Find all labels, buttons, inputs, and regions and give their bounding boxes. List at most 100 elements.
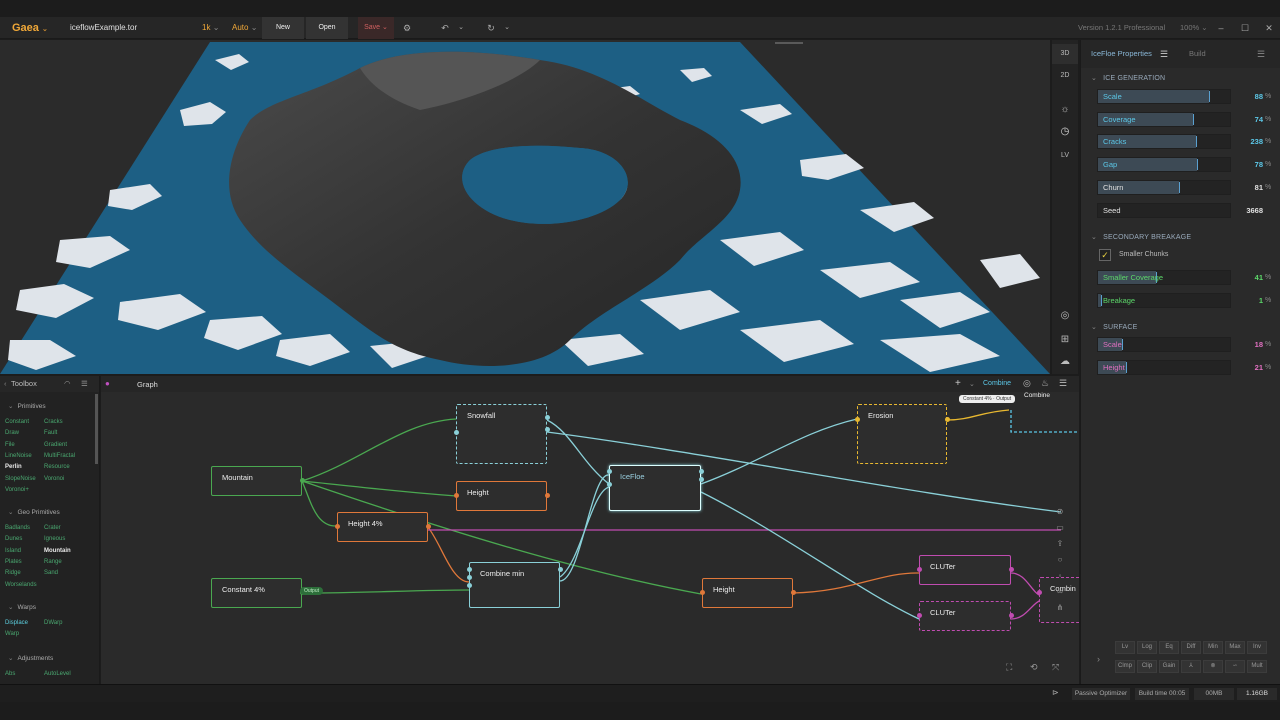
slider-value[interactable]: 78 bbox=[1233, 157, 1263, 172]
node-port[interactable] bbox=[791, 590, 796, 595]
toolbox-section[interactable]: ⌄ Primitives bbox=[8, 402, 46, 410]
curve-icon[interactable]: ∽ bbox=[1225, 660, 1245, 673]
node-height2[interactable]: Height bbox=[700, 578, 796, 608]
slider-value[interactable]: 74 bbox=[1233, 112, 1263, 127]
node-port[interactable] bbox=[454, 430, 459, 435]
toolbox-item-perlin[interactable]: Perlin bbox=[5, 464, 22, 470]
fit-view-icon[interactable]: ⛶ bbox=[1006, 662, 1012, 673]
circle-icon[interactable]: ○ bbox=[1053, 552, 1067, 568]
slider-value[interactable]: 238 bbox=[1233, 134, 1263, 149]
toolbox-scrollbar[interactable] bbox=[95, 394, 98, 464]
toolbox-item-dwarp[interactable]: DWarp bbox=[44, 620, 62, 626]
toolbox-item-gradient[interactable]: Gradient bbox=[44, 442, 67, 448]
node-port[interactable] bbox=[300, 478, 305, 483]
node-port[interactable] bbox=[700, 590, 705, 595]
layout-icon[interactable]: ⤧ bbox=[1052, 662, 1059, 673]
tab-properties[interactable]: IceFloe Properties bbox=[1091, 40, 1152, 68]
scale-slider[interactable]: Scale bbox=[1097, 89, 1231, 104]
node-icefloe[interactable]: IceFloe bbox=[607, 465, 704, 511]
section-surface[interactable]: ⌄ SURFACE bbox=[1091, 323, 1138, 331]
node-port[interactable] bbox=[335, 524, 340, 529]
node-mountain[interactable]: Mountain bbox=[211, 466, 305, 496]
op-button-min[interactable]: Min bbox=[1203, 641, 1223, 654]
coverage-slider[interactable]: Coverage bbox=[1097, 111, 1231, 127]
resolution-dropdown[interactable]: 1k ⌄ bbox=[202, 17, 219, 39]
op-button-mult[interactable]: Mult bbox=[1247, 660, 1267, 673]
node-port[interactable] bbox=[426, 524, 431, 529]
slider-value[interactable]: 21 bbox=[1233, 360, 1263, 375]
node-port[interactable] bbox=[855, 417, 860, 422]
op-button-gain[interactable]: Gain bbox=[1159, 660, 1179, 673]
smaller-chunks-checkbox[interactable]: ✓ bbox=[1099, 249, 1111, 261]
op-button-diff[interactable]: Diff bbox=[1181, 641, 1201, 654]
node-port[interactable] bbox=[699, 477, 704, 482]
slider-value[interactable]: 1 bbox=[1233, 293, 1263, 308]
disable-icon[interactable]: ⊘ bbox=[1053, 504, 1067, 520]
clock-icon[interactable]: ◷ bbox=[1052, 122, 1078, 142]
node-port[interactable] bbox=[545, 415, 550, 420]
view-2d-button[interactable]: 2D bbox=[1052, 66, 1078, 86]
toolbox-item-autolevel[interactable]: AutoLevel bbox=[44, 671, 71, 677]
toolbox-item-igneous[interactable]: Igneous bbox=[44, 536, 65, 542]
toolbox-item-slopenoise[interactable]: SlopeNoise bbox=[5, 476, 36, 482]
tab-build[interactable]: Build bbox=[1189, 40, 1206, 68]
toolbox-section[interactable]: ⌄ Adjustments bbox=[8, 654, 53, 662]
menu-icon[interactable]: ☰ bbox=[1059, 378, 1067, 389]
slider-value[interactable]: 81 bbox=[1233, 180, 1263, 195]
node-port[interactable] bbox=[917, 613, 922, 618]
node-port[interactable] bbox=[545, 427, 550, 432]
flame-icon[interactable]: ♨ bbox=[1041, 378, 1049, 389]
tree-icon[interactable]: ⋔ bbox=[1053, 600, 1067, 616]
slider-handle[interactable] bbox=[1197, 159, 1198, 171]
op-button-lv[interactable]: Lv bbox=[1115, 641, 1135, 654]
chevron-left-icon[interactable]: ‹ bbox=[4, 376, 7, 392]
sun-icon[interactable]: ☼ bbox=[1052, 100, 1078, 120]
eye-icon[interactable]: ◠ bbox=[64, 376, 71, 392]
node-cluter1[interactable]: CLUTer bbox=[917, 555, 1014, 585]
output-port-badge[interactable]: Output bbox=[300, 587, 324, 595]
graph-editor[interactable]: ● Graph + ⌄ Combine ◎ ♨ ☰ Mountain Snowf… bbox=[101, 376, 1079, 684]
refresh-icon[interactable]: ⟲ bbox=[1030, 662, 1038, 673]
node-port[interactable] bbox=[1037, 590, 1042, 595]
compass-icon[interactable]: ◎ bbox=[1052, 306, 1078, 326]
toolbox-item-voronoi[interactable]: Voronoi bbox=[44, 476, 64, 482]
export-icon[interactable]: ⇪ bbox=[1053, 536, 1067, 552]
node-height4[interactable]: Height 4% bbox=[335, 512, 431, 542]
target-icon[interactable]: ◎ bbox=[1023, 378, 1031, 389]
node-port[interactable] bbox=[917, 567, 922, 572]
undo-icon[interactable]: ↶ bbox=[438, 17, 452, 39]
chevron-right-icon[interactable]: › bbox=[1097, 654, 1100, 664]
slider-value[interactable]: 18 bbox=[1233, 337, 1263, 352]
slider-value[interactable]: 3668 bbox=[1233, 203, 1263, 218]
toolbox-item-linenoise[interactable]: LineNoise bbox=[5, 453, 32, 459]
toolbox-item-mountain[interactable]: Mountain bbox=[44, 548, 71, 554]
optimizer-status[interactable]: Passive Optimizer bbox=[1072, 688, 1130, 700]
new-button[interactable]: New bbox=[262, 17, 304, 39]
link-icon[interactable]: ∞ bbox=[1053, 584, 1067, 600]
smaller-coverage-slider[interactable]: Smaller Coverage bbox=[1097, 270, 1231, 285]
toolbox-item-dunes[interactable]: Dunes bbox=[5, 536, 22, 542]
toolbox-item-resource[interactable]: Resource bbox=[44, 464, 70, 470]
node-constant4[interactable]: Constant 4% bbox=[211, 578, 305, 608]
menu-icon[interactable]: ☰ bbox=[81, 376, 88, 392]
toolbox-item-constant[interactable]: Constant bbox=[5, 419, 29, 425]
node-port[interactable] bbox=[1009, 613, 1014, 618]
node-port[interactable] bbox=[607, 469, 612, 474]
toolbox-item-sand[interactable]: Sand bbox=[44, 570, 58, 576]
slider-handle[interactable] bbox=[1208, 91, 1210, 102]
toolbox-section[interactable]: ⌄ Geo Primitives bbox=[8, 508, 60, 516]
grid-icon[interactable]: ⊞ bbox=[1052, 330, 1078, 350]
slider-handle[interactable] bbox=[1193, 113, 1195, 125]
toolbox-item-displace[interactable]: Displace bbox=[5, 620, 28, 626]
open-button[interactable]: Open bbox=[306, 17, 348, 39]
mode-dropdown[interactable]: Auto ⌄ bbox=[232, 17, 257, 39]
op-button-log[interactable]: Log bbox=[1137, 641, 1157, 654]
cloud-icon[interactable]: ☁ bbox=[1052, 352, 1078, 372]
3d-viewport[interactable] bbox=[0, 40, 1050, 374]
node-port[interactable] bbox=[945, 417, 950, 422]
app-menu-button[interactable]: Gaea ⌄ bbox=[12, 17, 48, 39]
slider-handle[interactable] bbox=[1178, 181, 1180, 193]
node-snowfall[interactable]: Snowfall bbox=[454, 404, 550, 464]
node-erosion[interactable]: Erosion bbox=[855, 404, 950, 464]
churn-slider[interactable]: Churn bbox=[1097, 179, 1231, 195]
